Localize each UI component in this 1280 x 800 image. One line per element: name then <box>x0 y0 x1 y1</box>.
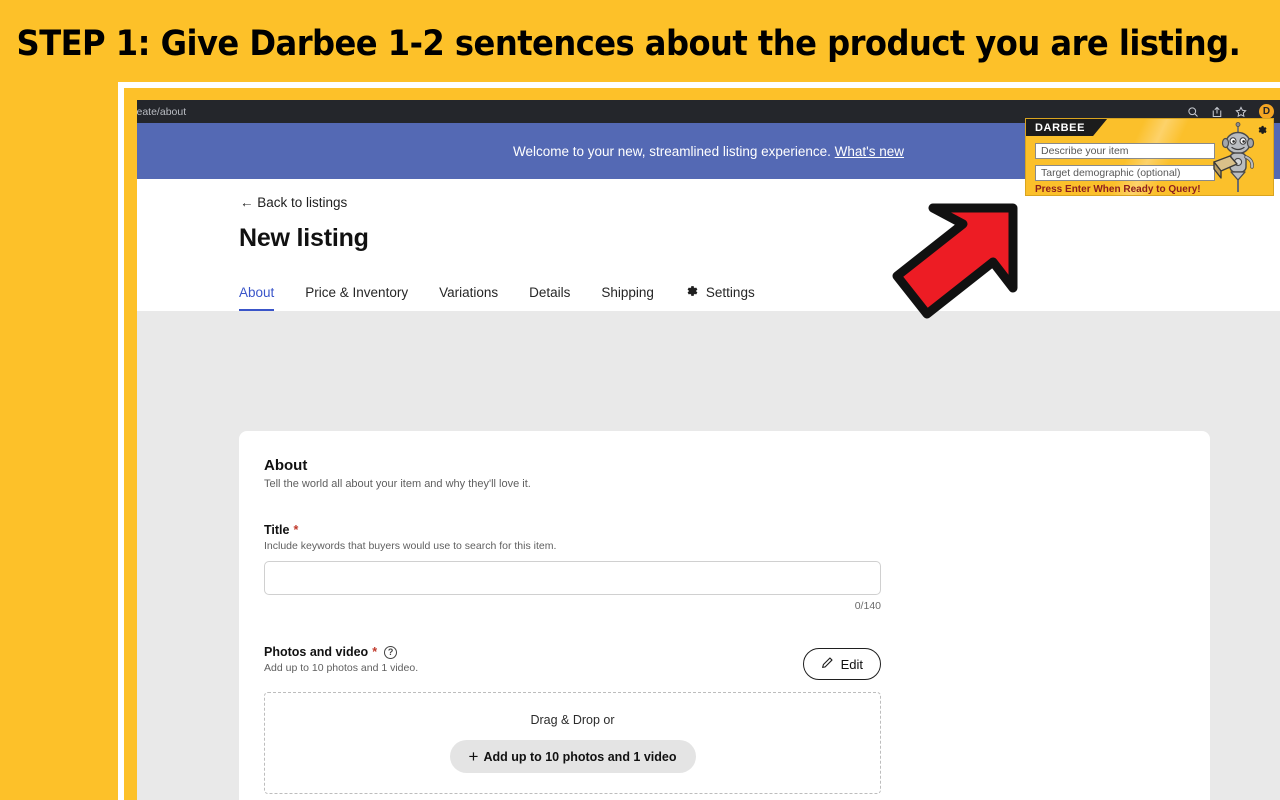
photos-label-text: Photos and video <box>264 645 369 659</box>
plus-icon: + <box>468 747 479 766</box>
photos-required-marker: * <box>372 645 378 659</box>
add-photos-button[interactable]: + Add up to 10 photos and 1 video <box>449 740 696 773</box>
title-field-block: Title * Include keywords that buyers wou… <box>264 523 1185 612</box>
page-content-area: About Tell the world all about your item… <box>137 311 1280 800</box>
back-to-listings-link[interactable]: ← Back to listings <box>240 195 347 210</box>
title-label-text: Title <box>264 523 290 537</box>
gear-icon <box>685 284 699 301</box>
tab-price-inventory[interactable]: Price & Inventory <box>305 285 408 311</box>
darbee-brand-tag: DARBEE <box>1026 119 1107 136</box>
photos-field-label: Photos and video * ? <box>264 645 418 659</box>
tab-shipping[interactable]: Shipping <box>601 285 654 311</box>
about-card-subheading: Tell the world all about your item and w… <box>264 478 531 490</box>
welcome-banner-text: Welcome to your new, streamlined listing… <box>513 144 904 159</box>
photos-label-group: Photos and video * ? Add up to 10 photos… <box>264 645 418 674</box>
title-required-marker: * <box>293 523 299 537</box>
about-card: About Tell the world all about your item… <box>239 431 1210 800</box>
url-text[interactable]: reate/about <box>137 106 186 118</box>
help-circle-icon[interactable]: ? <box>384 645 398 659</box>
robot-mascot-icon <box>1209 122 1267 194</box>
tab-settings-label: Settings <box>705 285 755 300</box>
title-field-hint: Include keywords that buyers would use t… <box>264 540 557 552</box>
title-char-counter: 0/140 <box>854 600 881 612</box>
title-input[interactable] <box>264 561 881 595</box>
whats-new-link[interactable]: What's new <box>835 144 904 159</box>
tab-variations[interactable]: Variations <box>439 285 498 311</box>
photos-label-row: Photos and video * ? Add up to 10 photos… <box>264 645 881 680</box>
about-card-heading: About <box>264 457 308 474</box>
page-title: New listing <box>239 224 369 252</box>
darbee-demographic-input[interactable]: Target demographic (optional) <box>1035 165 1215 181</box>
photos-field-block: Photos and video * ? Add up to 10 photos… <box>264 645 1185 794</box>
zoom-search-icon[interactable] <box>1187 106 1199 118</box>
browser-window: reate/about D Welcome to your new, strea… <box>137 100 1280 800</box>
bookmark-star-icon[interactable] <box>1235 105 1247 118</box>
darbee-describe-input[interactable]: Describe your item <box>1035 143 1215 159</box>
tab-bar: About Price & Inventory Variations Detai… <box>239 284 755 312</box>
headline-text: STEP 1: Give Darbee 1-2 sentences about … <box>16 24 1241 64</box>
title-field-label: Title * <box>264 523 1185 537</box>
profile-avatar[interactable]: D <box>1259 104 1274 119</box>
edit-photos-label: Edit <box>840 656 863 672</box>
share-icon[interactable] <box>1211 106 1223 118</box>
tab-about[interactable]: About <box>239 285 275 311</box>
darbee-hint-text: Press Enter When Ready to Query! <box>1035 184 1201 195</box>
tab-settings[interactable]: Settings <box>685 284 755 312</box>
edit-photos-button[interactable]: Edit <box>802 648 881 680</box>
darbee-widget: DARBEE Describe your item Target demogra… <box>1025 118 1274 196</box>
page-header: ← Back to listings New listing About Pri… <box>137 179 1280 311</box>
welcome-message: Welcome to your new, streamlined listing… <box>512 143 831 159</box>
photo-dropzone[interactable]: Drag & Drop or + Add up to 10 photos and… <box>264 692 881 794</box>
photos-field-hint: Add up to 10 photos and 1 video. <box>264 662 419 674</box>
add-photos-label: Add up to 10 photos and 1 video <box>483 749 677 764</box>
annotation-headline-band: STEP 1: Give Darbee 1-2 sentences about … <box>0 0 1280 88</box>
dropzone-text: Drag & Drop or <box>530 713 615 727</box>
tab-details[interactable]: Details <box>529 285 570 311</box>
pencil-icon <box>821 656 834 672</box>
